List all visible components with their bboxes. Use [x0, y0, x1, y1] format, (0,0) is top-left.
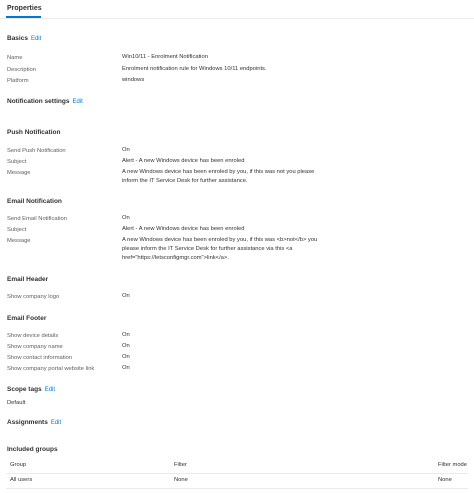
- tab-divider: [0, 18, 474, 19]
- section-basics-title: Basics: [7, 35, 28, 42]
- push-message-line: A new Windows device has been enroled by…: [122, 169, 315, 175]
- footer-portal-link-value: On: [122, 365, 130, 371]
- footer-company-name-value: On: [122, 343, 130, 349]
- section-included-groups-title: Included groups: [7, 446, 58, 453]
- group-row-filter: None: [174, 477, 188, 483]
- email-message-line: A new Windows device has been enroled by…: [122, 237, 318, 243]
- email-send-value: On: [122, 215, 130, 221]
- column-header-filter-mode[interactable]: Filter mode: [438, 462, 467, 468]
- group-row-group: All users: [10, 477, 33, 483]
- basics-description-label: Description: [7, 67, 36, 73]
- section-email-header-title: Email Header: [7, 276, 49, 283]
- basics-edit-link[interactable]: Edit: [31, 36, 41, 42]
- section-push-notification-title: Push Notification: [7, 129, 61, 136]
- push-send-label: Send Push Notification: [7, 148, 66, 154]
- section-email-footer-title: Email Footer: [7, 315, 47, 322]
- column-header-group[interactable]: Group: [10, 462, 26, 468]
- footer-contact-info-value: On: [122, 354, 130, 360]
- push-message-label: Message: [7, 170, 31, 176]
- email-subject-label: Subject: [7, 227, 27, 233]
- header-show-logo-value: On: [122, 293, 130, 299]
- push-message-value: A new Windows device has been enroled by…: [122, 168, 314, 186]
- email-message-label: Message: [7, 238, 31, 244]
- group-row-filter-mode: None: [438, 477, 452, 483]
- basics-platform-value: windows: [122, 77, 145, 83]
- footer-company-name-label: Show company name: [7, 344, 63, 350]
- section-notification-settings-heading: Notification settings Edit: [7, 98, 83, 105]
- section-assignments-heading: Assignments Edit: [7, 419, 61, 426]
- footer-contact-info-label: Show contact information: [7, 355, 73, 361]
- footer-device-details-label: Show device details: [7, 333, 59, 339]
- push-subject-label: Subject: [7, 159, 27, 165]
- basics-name-label: Name: [7, 55, 23, 61]
- email-message-line: href="https://letsconfigmgr.com">link</a…: [122, 255, 229, 261]
- email-send-label: Send Email Notification: [7, 216, 67, 222]
- section-basics-heading: Basics Edit: [7, 35, 41, 42]
- scope-tags-edit-link[interactable]: Edit: [45, 387, 55, 393]
- section-notification-settings-title: Notification settings: [7, 98, 70, 105]
- push-send-value: On: [122, 147, 130, 153]
- basics-name-value: Win10/11 - Enrolment Notification: [122, 54, 208, 60]
- footer-device-details-value: On: [122, 332, 130, 338]
- assignments-edit-link[interactable]: Edit: [51, 420, 61, 426]
- email-message-value: A new Windows device has been enroled by…: [122, 236, 317, 263]
- scope-tag-default: Default: [7, 400, 26, 406]
- groups-header-divider: [6, 473, 468, 474]
- section-scope-tags-heading: Scope tags Edit: [7, 386, 55, 393]
- footer-portal-link-label: Show company portal website link: [7, 366, 95, 372]
- section-assignments-title: Assignments: [7, 419, 48, 426]
- tab-properties[interactable]: Properties: [7, 5, 42, 12]
- basics-platform-label: Platform: [7, 78, 29, 84]
- section-email-notification-title: Email Notification: [7, 198, 62, 205]
- email-subject-value: Alert - A new Windows device has been en…: [122, 226, 245, 232]
- email-message-line: please inform the IT Service Desk for fu…: [122, 246, 293, 252]
- basics-description-value: Enrolment notification rule for Windows …: [122, 66, 267, 72]
- groups-row-divider: [6, 488, 468, 489]
- section-scope-tags-title: Scope tags: [7, 386, 42, 393]
- push-subject-value: Alert - A new Windows device has been en…: [122, 158, 245, 164]
- column-header-filter[interactable]: Filter: [174, 462, 187, 468]
- notification-settings-edit-link[interactable]: Edit: [72, 99, 82, 105]
- header-show-logo-label: Show company logo: [7, 294, 60, 300]
- push-message-line: inform the IT Service Desk for further a…: [122, 178, 248, 184]
